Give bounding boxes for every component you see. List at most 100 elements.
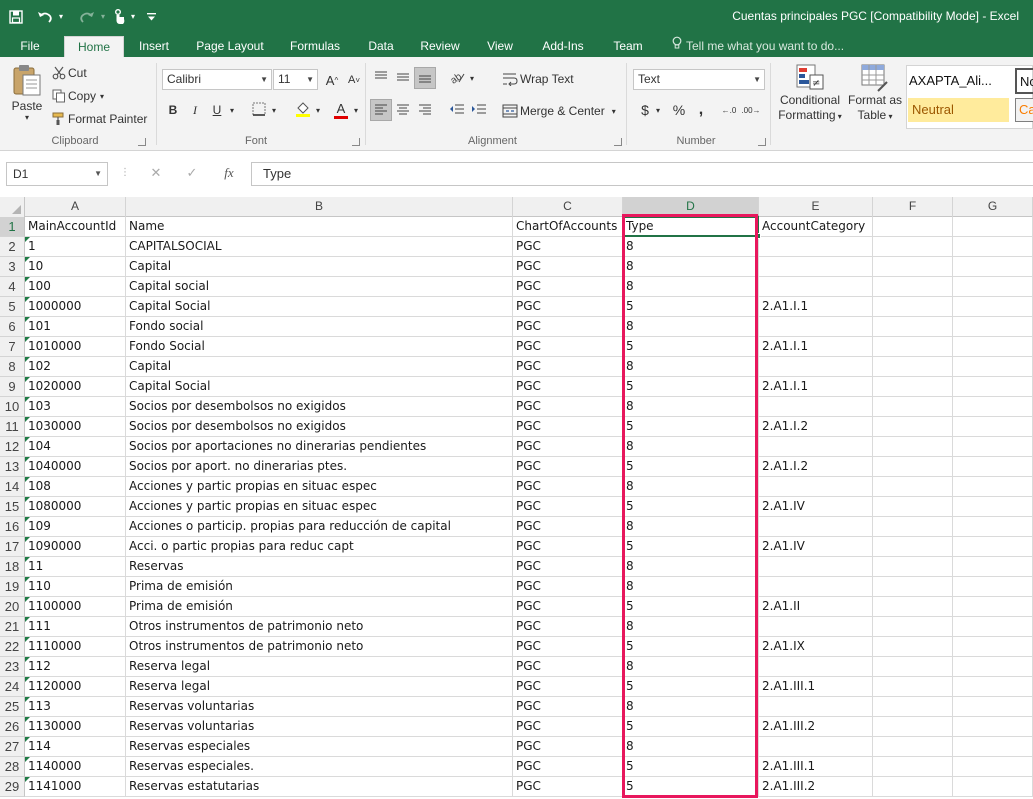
- align-top-button[interactable]: [370, 67, 392, 89]
- cell-a16[interactable]: 109: [25, 517, 126, 537]
- tab-insert[interactable]: Insert: [132, 36, 176, 57]
- cell-e16[interactable]: [759, 517, 873, 537]
- cell-d2[interactable]: 8: [623, 237, 759, 257]
- row-header[interactable]: 6: [0, 317, 25, 337]
- cell-b26[interactable]: Reservas voluntarias: [126, 717, 513, 737]
- cell-e28[interactable]: 2.A1.III.1: [759, 757, 873, 777]
- row-header[interactable]: 2: [0, 237, 25, 257]
- cell-d26[interactable]: 5: [623, 717, 759, 737]
- conditional-formatting-button[interactable]: ≠ Conditional Formatting ▾: [776, 63, 844, 135]
- cell-d21[interactable]: 8: [623, 617, 759, 637]
- row-header[interactable]: 22: [0, 637, 25, 657]
- cell-d25[interactable]: 8: [623, 697, 759, 717]
- cell-b23[interactable]: Reserva legal: [126, 657, 513, 677]
- row-header[interactable]: 16: [0, 517, 25, 537]
- align-middle-button[interactable]: [392, 67, 414, 89]
- cell-a3[interactable]: 10: [25, 257, 126, 277]
- cell-c20[interactable]: PGC: [513, 597, 623, 617]
- cell-a9[interactable]: 1020000: [25, 377, 126, 397]
- row-header[interactable]: 7: [0, 337, 25, 357]
- cell-e13[interactable]: 2.A1.I.2: [759, 457, 873, 477]
- tell-me-search[interactable]: Tell me what you want to do...: [672, 36, 844, 57]
- row-header[interactable]: 13: [0, 457, 25, 477]
- cell-c2[interactable]: PGC: [513, 237, 623, 257]
- cell-a22[interactable]: 1110000: [25, 637, 126, 657]
- cell-d15[interactable]: 5: [623, 497, 759, 517]
- style-calculation[interactable]: Ca: [1015, 98, 1033, 122]
- cell-f3[interactable]: [873, 257, 953, 277]
- cell-d1[interactable]: Type: [623, 217, 759, 237]
- cell-e27[interactable]: [759, 737, 873, 757]
- percent-button[interactable]: %: [668, 99, 690, 121]
- cell-b24[interactable]: Reserva legal: [126, 677, 513, 697]
- format-painter-button[interactable]: Format Painter: [50, 109, 147, 129]
- cell-a24[interactable]: 1120000: [25, 677, 126, 697]
- cell-f7[interactable]: [873, 337, 953, 357]
- cell-e18[interactable]: [759, 557, 873, 577]
- row-header[interactable]: 24: [0, 677, 25, 697]
- cell-c6[interactable]: PGC: [513, 317, 623, 337]
- cell-e19[interactable]: [759, 577, 873, 597]
- chevron-down-icon[interactable]: ▾: [226, 99, 238, 121]
- cell-f20[interactable]: [873, 597, 953, 617]
- cell-g22[interactable]: [953, 637, 1033, 657]
- row-header[interactable]: 3: [0, 257, 25, 277]
- decrease-indent-button[interactable]: [446, 99, 468, 121]
- cell-c21[interactable]: PGC: [513, 617, 623, 637]
- cut-button[interactable]: Cut: [50, 63, 87, 83]
- cell-c12[interactable]: PGC: [513, 437, 623, 457]
- cell-f10[interactable]: [873, 397, 953, 417]
- chevron-down-icon[interactable]: ▾: [652, 99, 664, 121]
- cell-d28[interactable]: 5: [623, 757, 759, 777]
- cell-a29[interactable]: 1141000: [25, 777, 126, 797]
- font-name-dropdown[interactable]: Calibri ▼: [162, 69, 272, 90]
- cell-e17[interactable]: 2.A1.IV: [759, 537, 873, 557]
- shrink-font-button[interactable]: A ˅: [343, 69, 365, 91]
- cell-f28[interactable]: [873, 757, 953, 777]
- cell-c22[interactable]: PGC: [513, 637, 623, 657]
- row-header[interactable]: 15: [0, 497, 25, 517]
- cell-f8[interactable]: [873, 357, 953, 377]
- align-left-button[interactable]: [370, 99, 392, 121]
- cell-c14[interactable]: PGC: [513, 477, 623, 497]
- cell-c18[interactable]: PGC: [513, 557, 623, 577]
- cancel-icon[interactable]: ✕: [146, 162, 166, 186]
- row-header[interactable]: 17: [0, 537, 25, 557]
- cell-d8[interactable]: 8: [623, 357, 759, 377]
- row-header[interactable]: 25: [0, 697, 25, 717]
- cell-c8[interactable]: PGC: [513, 357, 623, 377]
- row-header[interactable]: 9: [0, 377, 25, 397]
- tab-data[interactable]: Data: [360, 36, 402, 57]
- cell-g7[interactable]: [953, 337, 1033, 357]
- increase-indent-button[interactable]: [468, 99, 490, 121]
- cell-d27[interactable]: 8: [623, 737, 759, 757]
- cell-e12[interactable]: [759, 437, 873, 457]
- cell-a14[interactable]: 108: [25, 477, 126, 497]
- cell-a1[interactable]: MainAccountId: [25, 217, 126, 237]
- cell-b22[interactable]: Otros instrumentos de patrimonio neto: [126, 637, 513, 657]
- cell-f26[interactable]: [873, 717, 953, 737]
- cell-b10[interactable]: Socios por desembolsos no exigidos: [126, 397, 513, 417]
- align-center-button[interactable]: [392, 99, 414, 121]
- cell-b19[interactable]: Prima de emisión: [126, 577, 513, 597]
- tab-add-ins[interactable]: Add-Ins: [534, 36, 592, 57]
- cell-d20[interactable]: 5: [623, 597, 759, 617]
- row-header[interactable]: 21: [0, 617, 25, 637]
- grow-font-button[interactable]: A ^: [321, 69, 343, 91]
- cell-e9[interactable]: 2.A1.I.1: [759, 377, 873, 397]
- bold-button[interactable]: B: [162, 99, 184, 121]
- cell-b11[interactable]: Socios por desembolsos no exigidos: [126, 417, 513, 437]
- cell-d18[interactable]: 8: [623, 557, 759, 577]
- cell-c10[interactable]: PGC: [513, 397, 623, 417]
- column-header-g[interactable]: G: [953, 197, 1033, 217]
- cell-d13[interactable]: 5: [623, 457, 759, 477]
- copy-button[interactable]: Copy ▾: [50, 86, 104, 106]
- cell-b20[interactable]: Prima de emisión: [126, 597, 513, 617]
- tab-file[interactable]: File: [8, 36, 52, 57]
- row-header[interactable]: 29: [0, 777, 25, 797]
- cell-a19[interactable]: 110: [25, 577, 126, 597]
- cell-c9[interactable]: PGC: [513, 377, 623, 397]
- cell-g10[interactable]: [953, 397, 1033, 417]
- cell-a15[interactable]: 1080000: [25, 497, 126, 517]
- cell-g15[interactable]: [953, 497, 1033, 517]
